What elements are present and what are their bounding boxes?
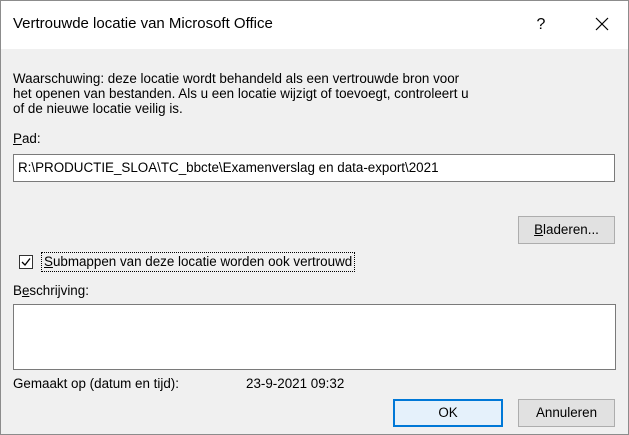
description-label: Beschrijving: <box>13 283 89 298</box>
warning-line-2: het openen van bestanden. Als u een loca… <box>13 86 469 101</box>
checkmark-icon <box>21 258 31 266</box>
subfolders-label-rest: ubmappen van deze locatie worden ook ver… <box>52 254 353 269</box>
created-value: 23-9-2021 09:32 <box>246 376 345 391</box>
path-label-rest: ad: <box>21 131 41 146</box>
trusted-location-dialog: Vertrouwde locatie van Microsoft Office … <box>0 0 629 435</box>
description-label-first: B <box>13 283 22 298</box>
cancel-button[interactable]: Annuleren <box>518 399 615 427</box>
close-button[interactable] <box>583 7 621 45</box>
title-bar: Vertrouwde locatie van Microsoft Office … <box>1 1 628 49</box>
help-button[interactable]: ? <box>521 5 561 45</box>
path-input[interactable]: R:\PRODUCTIE_SLOA\TC_bbcte\Examenverslag… <box>13 154 615 182</box>
subfolders-checkbox[interactable] <box>19 255 33 269</box>
path-label: Pad: <box>13 131 41 146</box>
warning-line-3: of de nieuwe locatie veilig is. <box>13 101 183 116</box>
subfolders-label-hotkey: S <box>44 254 53 269</box>
description-label-rest: schrijving: <box>29 283 89 298</box>
browse-button-hotkey: B <box>534 222 544 237</box>
browse-button[interactable]: Bladeren... <box>518 216 615 244</box>
created-label: Gemaakt op (datum en tijd): <box>13 376 179 391</box>
ok-button[interactable]: OK <box>393 399 503 427</box>
path-label-hotkey: P <box>13 131 22 146</box>
warning-line-1: Waarschuwing: deze locatie wordt behande… <box>13 71 460 86</box>
subfolders-label[interactable]: Submappen van deze locatie worden ook ve… <box>41 252 356 272</box>
warning-text: Waarschuwing: deze locatie wordt behande… <box>13 71 617 116</box>
close-icon <box>595 17 609 31</box>
dialog-title: Vertrouwde locatie van Microsoft Office <box>13 15 273 32</box>
description-input[interactable] <box>13 304 616 370</box>
browse-button-rest: laderen... <box>543 222 599 237</box>
